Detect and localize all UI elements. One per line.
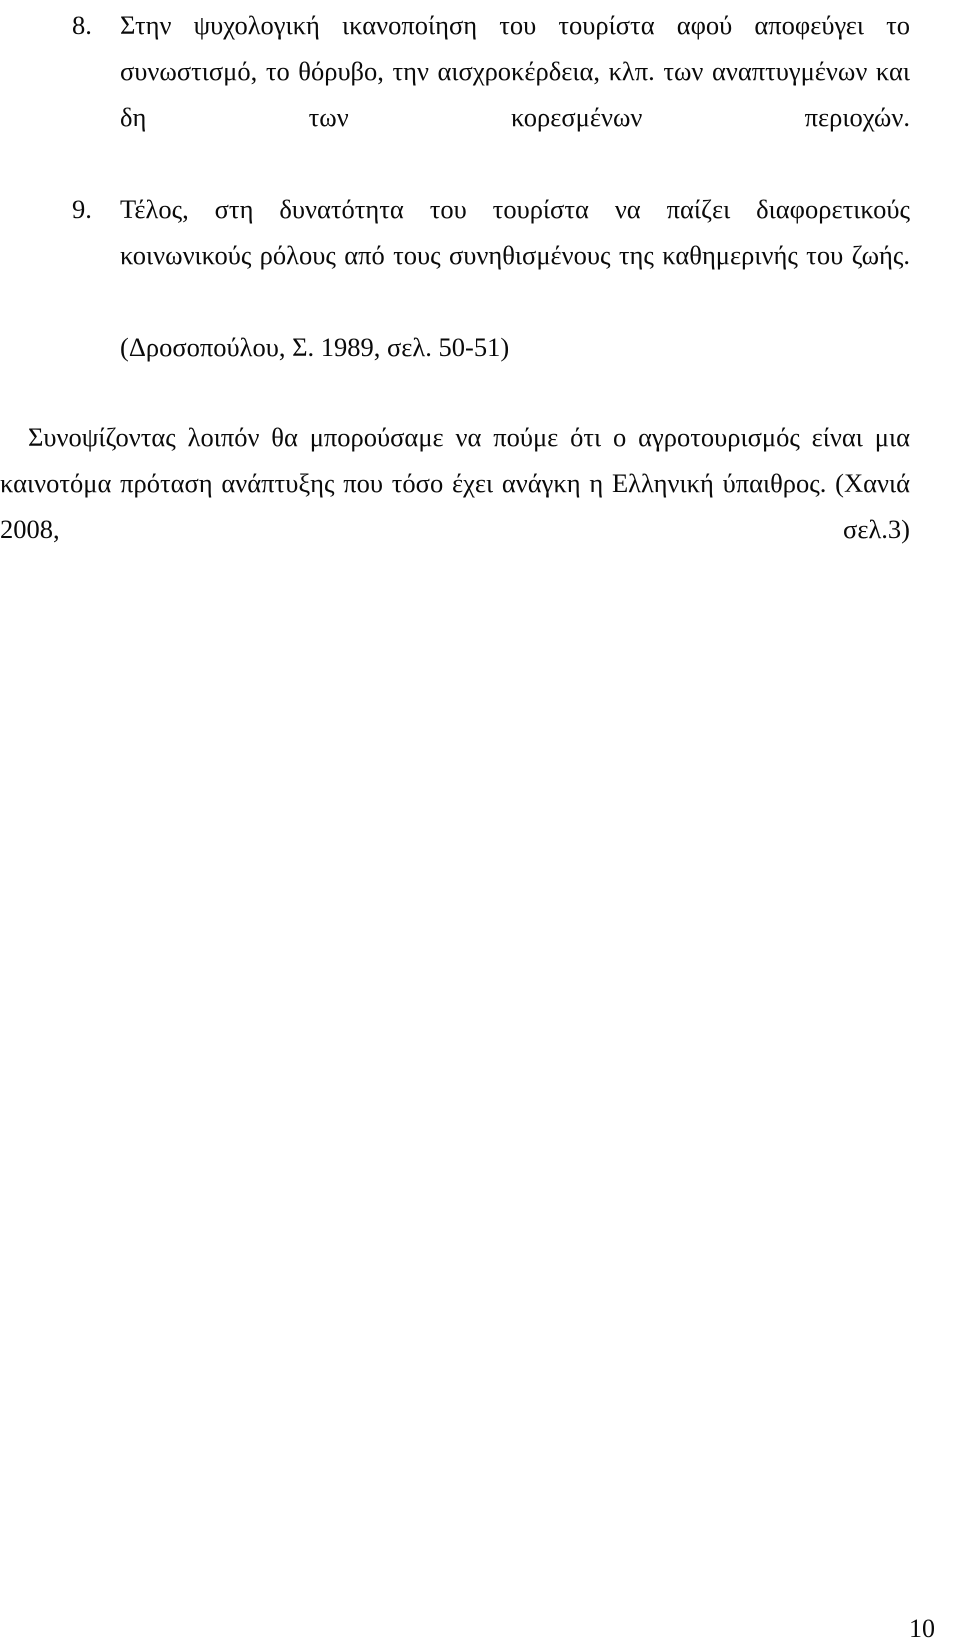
list-item-marker: 9. [72,194,92,224]
closing-paragraph: Συνοψίζοντας λοιπόν θα μπορούσαμε να πού… [0,422,910,544]
list-item-text: Στην ψυχολογική ικανοποίηση του τουρίστα… [120,10,910,132]
page-number: 10 [909,1614,935,1643]
document-page: 8. Στην ψυχολογική ικανοποίηση του τουρίσ… [0,0,960,1651]
source-citation: (Δροσοπούλου, Σ. 1989, σελ. 50-51) [120,332,510,362]
list-item-text: Τέλος, στη δυνατότητα του τουρίστα να πα… [120,194,910,270]
page-content: 8. Στην ψυχολογική ικανοποίηση του τουρίσ… [0,0,960,598]
list-item: 9. Τέλος, στη δυνατότητα του τουρίστα να … [0,186,960,324]
list-item: 8. Στην ψυχολογική ικανοποίηση του τουρίσ… [0,2,960,186]
numbered-list: 8. Στην ψυχολογική ικανοποίηση του τουρίσ… [0,2,960,324]
list-item-marker: 8. [72,10,92,40]
